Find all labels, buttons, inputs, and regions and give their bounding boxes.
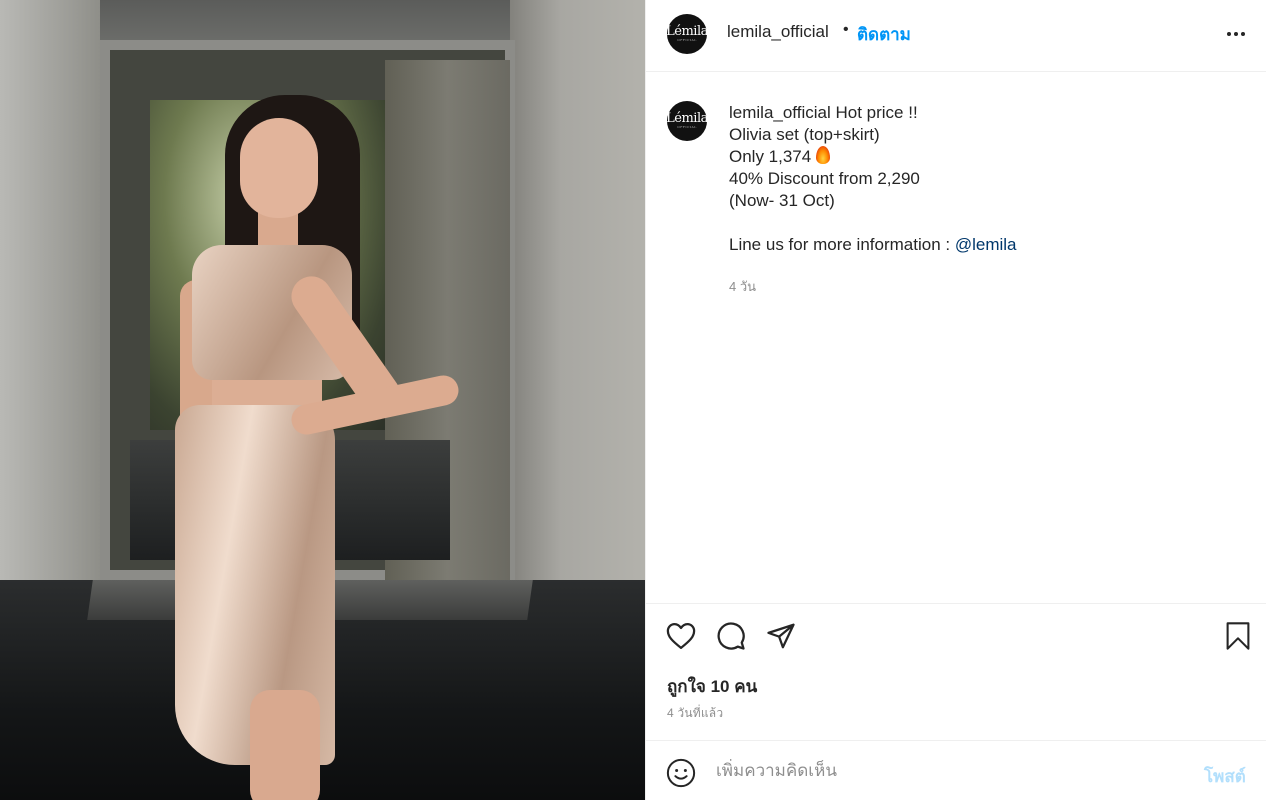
caption-text: lemila_official Hot price !! Olivia set … bbox=[729, 102, 1229, 256]
more-dot bbox=[1227, 32, 1231, 36]
separator-dot: • bbox=[843, 21, 849, 38]
caption-line-4: 40% Discount from 2,290 bbox=[729, 169, 920, 188]
caption-line-3: Only 1,374 bbox=[729, 146, 1229, 168]
caption-line-6: Line us for more information : @lemila bbox=[729, 234, 1229, 256]
comment-bar: โพสต์ bbox=[646, 740, 1266, 800]
post-comment-button[interactable]: โพสต์ bbox=[1204, 763, 1246, 790]
profile-avatar[interactable]: Lémila OFFICIAL bbox=[666, 14, 708, 54]
mention-link[interactable]: @lemila bbox=[955, 235, 1017, 254]
post-photo[interactable] bbox=[0, 0, 645, 800]
photo-model-leg bbox=[250, 690, 320, 800]
comment-input[interactable] bbox=[716, 759, 1186, 783]
more-dot bbox=[1234, 32, 1238, 36]
heart-icon[interactable] bbox=[665, 620, 697, 652]
avatar-logo-text: Lémila bbox=[666, 111, 708, 126]
caption-headline: Hot price !! bbox=[835, 103, 918, 122]
fire-emoji-icon bbox=[815, 146, 830, 164]
paper-plane-icon[interactable] bbox=[765, 620, 797, 652]
avatar-logo-subtext: OFFICIAL bbox=[677, 38, 697, 42]
post-actions: ถูกใจ 10 คน 4 วันที่แล้ว bbox=[646, 603, 1266, 720]
avatar-logo-subtext: OFFICIAL bbox=[677, 125, 697, 129]
post-panel: Lémila OFFICIAL lemila_official • ติดตาม… bbox=[645, 0, 1266, 800]
post-timestamp[interactable]: 4 วันที่แล้ว bbox=[667, 704, 723, 723]
likes-count[interactable]: ถูกใจ 10 คน bbox=[667, 673, 757, 700]
bookmark-icon[interactable] bbox=[1222, 620, 1254, 652]
caption-age[interactable]: 4 วัน bbox=[729, 276, 756, 297]
caption-price: Only 1,374 bbox=[729, 147, 812, 166]
caption-username[interactable]: lemila_official bbox=[729, 103, 831, 122]
photo-model-face bbox=[240, 118, 318, 218]
caption-avatar[interactable]: Lémila OFFICIAL bbox=[666, 101, 708, 141]
caption-contact-text: Line us for more information : bbox=[729, 235, 955, 254]
more-dot bbox=[1241, 32, 1245, 36]
caption-line-1: lemila_official Hot price !! bbox=[729, 102, 1229, 124]
follow-button[interactable]: ติดตาม bbox=[857, 21, 911, 48]
post-caption: Lémila OFFICIAL lemila_official Hot pric… bbox=[646, 73, 1266, 603]
post-header: Lémila OFFICIAL lemila_official • ติดตาม bbox=[646, 0, 1266, 72]
profile-username[interactable]: lemila_official bbox=[727, 22, 829, 42]
avatar-logo-text: Lémila bbox=[666, 24, 708, 39]
caption-line-2: Olivia set (top+skirt) bbox=[729, 125, 880, 144]
caption-line-5: (Now- 31 Oct) bbox=[729, 191, 835, 210]
comment-icon[interactable] bbox=[715, 620, 747, 652]
smiley-icon[interactable] bbox=[665, 757, 697, 789]
more-options-icon[interactable] bbox=[1224, 24, 1248, 44]
